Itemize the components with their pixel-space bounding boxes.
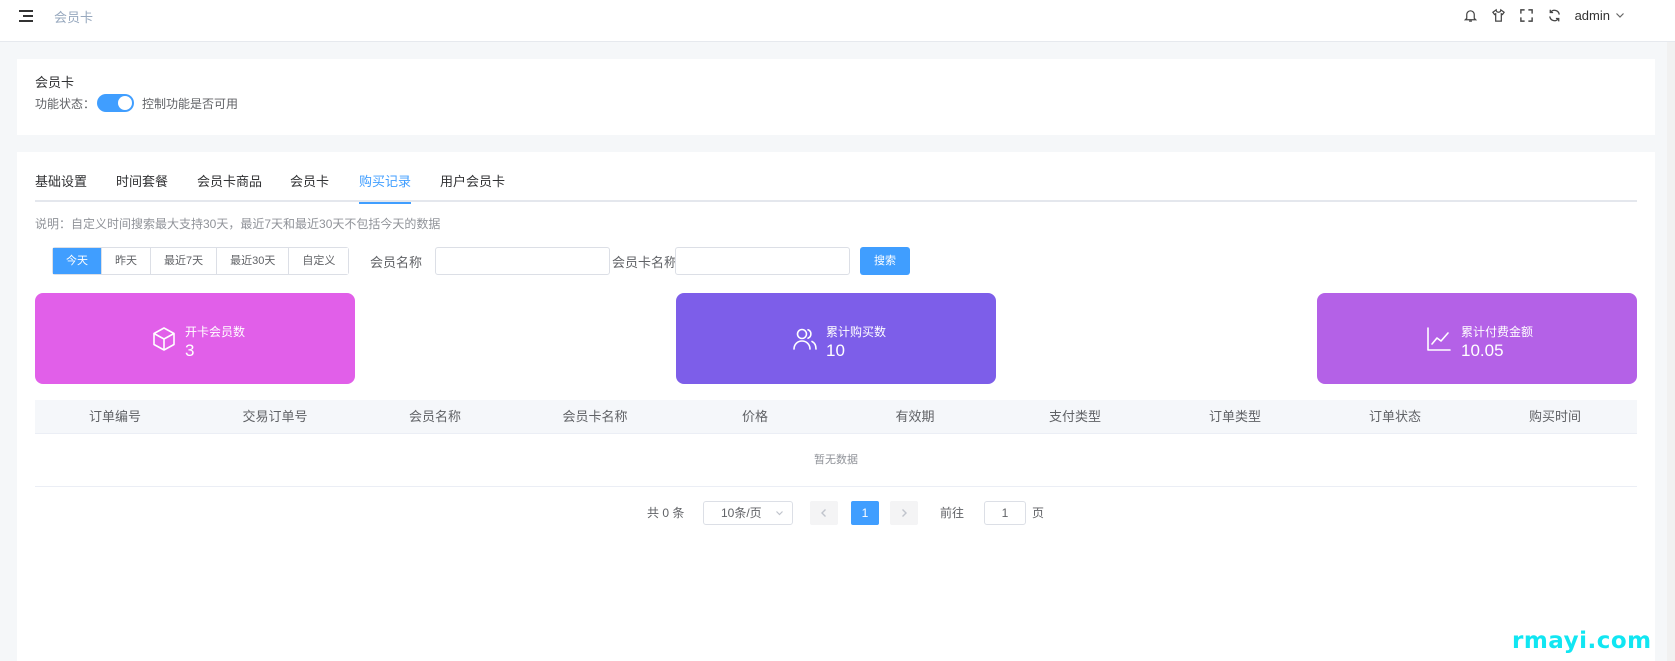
- feature-status-row: 功能状态： 控制功能是否可用: [35, 94, 238, 112]
- header-actions: admin: [1463, 6, 1625, 24]
- col-validity: 有效期: [895, 409, 935, 424]
- search-button[interactable]: 搜索: [860, 247, 910, 275]
- range-custom-button[interactable]: 自定义: [289, 248, 349, 274]
- stat-label: 开卡会员数: [185, 325, 246, 339]
- next-page-button[interactable]: [890, 501, 918, 525]
- page-scrollbar[interactable]: [1667, 42, 1675, 661]
- tab-purchase-records[interactable]: 购买记录: [359, 172, 412, 204]
- chart-line-icon: [1425, 325, 1453, 353]
- stat-value: 10: [826, 341, 845, 360]
- stat-card-revenue: 累计付费金额 10.05: [1317, 293, 1637, 384]
- tab-time-packages[interactable]: 时间套餐: [116, 172, 168, 202]
- col-order-status: 订单状态: [1368, 409, 1421, 424]
- goto-label: 前往: [940, 506, 965, 520]
- card-name-label: 会员卡名称: [612, 255, 678, 270]
- prev-page-button[interactable]: [810, 501, 838, 525]
- top-header: 会员卡 admin: [0, 0, 1675, 42]
- feature-toggle-switch[interactable]: [97, 94, 135, 112]
- users-icon: [791, 325, 819, 353]
- tab-bar: 基础设置 时间套餐 会员卡商品 会员卡 购买记录 用户会员卡: [35, 172, 1637, 204]
- range-today-button[interactable]: 今天: [53, 248, 102, 274]
- range-7days-button[interactable]: 最近7天: [151, 248, 218, 274]
- col-order-type: 订单类型: [1208, 409, 1261, 424]
- search-note: 说明：自定义时间搜索最大支持30天，最近7天和最近30天不包括今天的数据: [35, 217, 441, 231]
- status-label: 功能状态：: [35, 96, 96, 111]
- hamburger-menu-icon[interactable]: [19, 10, 33, 22]
- col-order-no: 订单编号: [88, 409, 141, 424]
- user-name: admin: [1574, 7, 1610, 23]
- member-name-label: 会员名称: [370, 255, 423, 270]
- tshirt-icon[interactable]: [1491, 7, 1507, 23]
- box-icon: [150, 325, 178, 353]
- pagination-total: 共 0 条: [647, 506, 685, 520]
- page-size-value: 10条/页: [721, 506, 762, 520]
- breadcrumb[interactable]: 会员卡: [54, 7, 93, 26]
- fullscreen-icon[interactable]: [1519, 7, 1535, 23]
- col-purchase-time: 购买时间: [1528, 409, 1581, 424]
- stat-label: 累计付费金额: [1461, 325, 1534, 339]
- tab-member-card[interactable]: 会员卡: [290, 172, 329, 202]
- stat-label: 累计购买数: [826, 325, 887, 339]
- chevron-down-icon: [1615, 8, 1625, 23]
- col-card-name: 会员卡名称: [562, 409, 628, 424]
- col-price: 价格: [741, 409, 768, 424]
- chevron-right-icon: [902, 509, 907, 517]
- bell-icon[interactable]: [1463, 7, 1479, 23]
- stat-card-purchases: 累计购买数 10: [676, 293, 996, 384]
- range-yesterday-button[interactable]: 昨天: [102, 248, 151, 274]
- page-suffix: 页: [1032, 506, 1045, 520]
- tab-user-member-card[interactable]: 用户会员卡: [440, 172, 505, 202]
- status-hint: 控制功能是否可用: [142, 96, 239, 111]
- refresh-icon[interactable]: [1547, 7, 1563, 23]
- card-name-input[interactable]: [675, 247, 850, 275]
- feature-status-card: 会员卡 功能状态： 控制功能是否可用: [17, 59, 1655, 135]
- tab-basic-settings[interactable]: 基础设置: [35, 172, 87, 202]
- col-trade-no: 交易订单号: [242, 409, 308, 424]
- col-member-name: 会员名称: [408, 409, 461, 424]
- feature-title: 会员卡: [35, 75, 75, 90]
- user-menu[interactable]: admin: [1575, 8, 1625, 23]
- stat-value: 3: [185, 341, 195, 360]
- date-range-group: 今天 昨天 最近7天 最近30天 自定义: [52, 247, 350, 275]
- chevron-left-icon: [821, 509, 826, 517]
- stat-card-members: 开卡会员数 3: [35, 293, 355, 384]
- chevron-down-icon: [775, 502, 784, 533]
- page-number-button[interactable]: 1: [851, 501, 879, 525]
- tab-card-products[interactable]: 会员卡商品: [197, 172, 262, 202]
- main-panel: 基础设置 时间套餐 会员卡商品 会员卡 购买记录 用户会员卡 说明：自定义时间搜…: [17, 152, 1655, 661]
- watermark-text: rmayi.com: [1512, 628, 1652, 654]
- goto-page-input[interactable]: 1: [984, 501, 1026, 525]
- page-size-select[interactable]: 10条/页: [703, 501, 793, 525]
- table-header: 订单编号 交易订单号 会员名称 会员卡名称 价格 有效期 支付类型 订单类型 订…: [35, 400, 1637, 434]
- member-name-input[interactable]: [435, 247, 610, 275]
- range-30days-button[interactable]: 最近30天: [217, 248, 290, 274]
- table-empty-text: 暂无数据: [35, 435, 1637, 487]
- col-pay-type: 支付类型: [1048, 409, 1101, 424]
- stat-value: 10.05: [1461, 341, 1504, 360]
